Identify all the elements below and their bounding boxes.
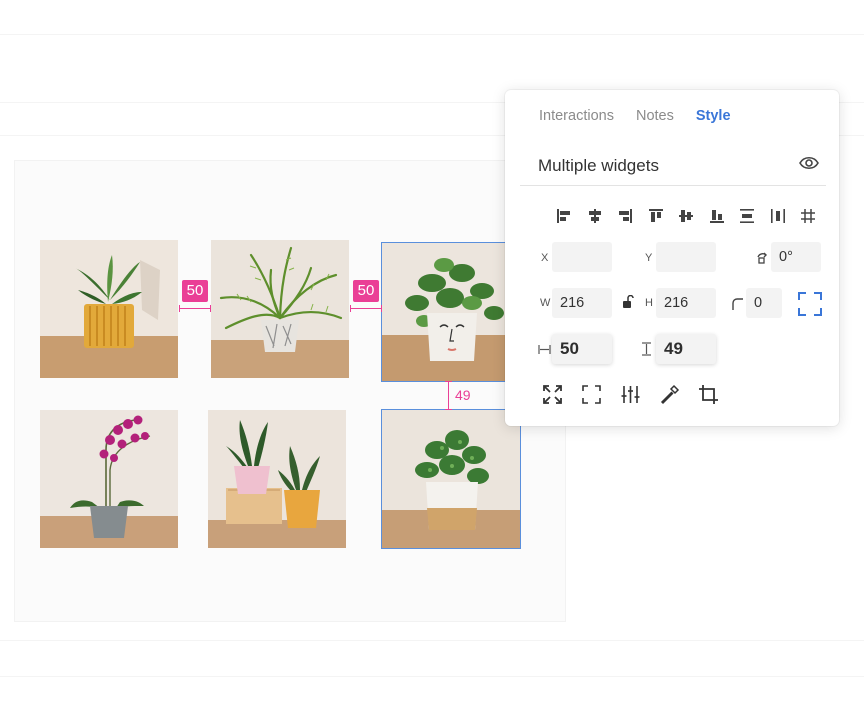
alignment-toolbar (549, 207, 824, 225)
y-field[interactable] (656, 242, 716, 272)
plant-photo-snake-plants (208, 410, 346, 548)
fit-to-content-icon[interactable] (542, 383, 581, 405)
canvas-gridline (0, 676, 864, 677)
distribute-horizontal-icon[interactable] (763, 207, 794, 225)
align-top-icon[interactable] (641, 207, 672, 225)
width-field[interactable]: 216 (552, 288, 612, 318)
tab-interactions[interactable]: Interactions (539, 108, 614, 124)
horizontal-gap-badge: 50 (353, 280, 379, 302)
rotation-field[interactable]: 0° (771, 242, 821, 272)
bottom-toolbar (542, 383, 737, 405)
crop-icon[interactable] (698, 383, 737, 405)
tab-notes[interactable]: Notes (636, 108, 674, 124)
rotate-icon (755, 251, 769, 265)
plant-photo-orchid (40, 410, 178, 548)
panel-title: Multiple widgets (538, 156, 659, 175)
x-field[interactable] (552, 242, 612, 272)
horizontal-spacing-field[interactable]: 50 (552, 334, 612, 364)
panel-divider (520, 185, 826, 186)
horizontal-gap-line (350, 308, 382, 309)
height-field[interactable]: 216 (656, 288, 716, 318)
canvas-gridline (0, 34, 864, 35)
lock-icon[interactable] (621, 295, 635, 309)
tile-orchid-grey-pot[interactable] (40, 410, 178, 548)
align-center-horizontal-icon[interactable] (580, 207, 611, 225)
plant-photo-fern (211, 240, 349, 378)
x-label: X (541, 252, 549, 264)
plant-photo-yellow-pot (40, 240, 178, 378)
vertical-spacing-icon (640, 342, 653, 356)
individual-corners-icon[interactable] (797, 291, 823, 317)
align-right-icon[interactable] (610, 207, 641, 225)
gap-tick (445, 409, 452, 410)
vertical-gap-label: 49 (455, 387, 471, 403)
align-left-icon[interactable] (549, 207, 580, 225)
adjust-sliders-icon[interactable] (620, 383, 659, 405)
y-label: Y (645, 252, 653, 264)
gap-tick (350, 305, 351, 312)
distribute-vertical-icon[interactable] (732, 207, 763, 225)
vertical-spacing-field[interactable]: 49 (656, 334, 716, 364)
tidy-grid-icon[interactable] (793, 207, 824, 225)
tile-snake-plants-pink-orange[interactable] (208, 410, 346, 548)
align-bottom-icon[interactable] (702, 207, 733, 225)
gap-tick (381, 305, 382, 312)
tile-face-pot-pothos[interactable] (381, 242, 521, 382)
horizontal-gap-badge: 50 (182, 280, 208, 302)
style-panel: Interactions Notes Style Multiple widget… (505, 90, 839, 426)
eyedropper-icon[interactable] (659, 383, 698, 405)
canvas-frame (14, 160, 566, 622)
w-label: W (540, 297, 551, 309)
tile-fern-white-pot[interactable] (211, 240, 349, 378)
plant-photo-white-gold-pot (382, 410, 520, 548)
vertical-gap-line (448, 381, 449, 410)
h-label: H (645, 297, 653, 309)
tile-yellow-pot-plant[interactable] (40, 240, 178, 378)
panel-tabs: Interactions Notes Style (539, 108, 731, 124)
gap-tick (179, 305, 180, 312)
canvas-gridline (0, 640, 864, 641)
corner-radius-icon (731, 297, 745, 311)
horizontal-spacing-icon (538, 343, 551, 356)
corner-radius-field[interactable]: 0 (746, 288, 782, 318)
tab-style[interactable]: Style (696, 108, 731, 124)
plant-photo-face-pot (382, 243, 520, 381)
horizontal-gap-line (179, 308, 211, 309)
tile-white-gold-pot-plant[interactable] (381, 409, 521, 549)
align-middle-vertical-icon[interactable] (671, 207, 702, 225)
eye-icon[interactable] (799, 154, 819, 172)
gap-tick (445, 381, 452, 382)
gap-tick (210, 305, 211, 312)
frame-corners-icon[interactable] (581, 383, 620, 405)
